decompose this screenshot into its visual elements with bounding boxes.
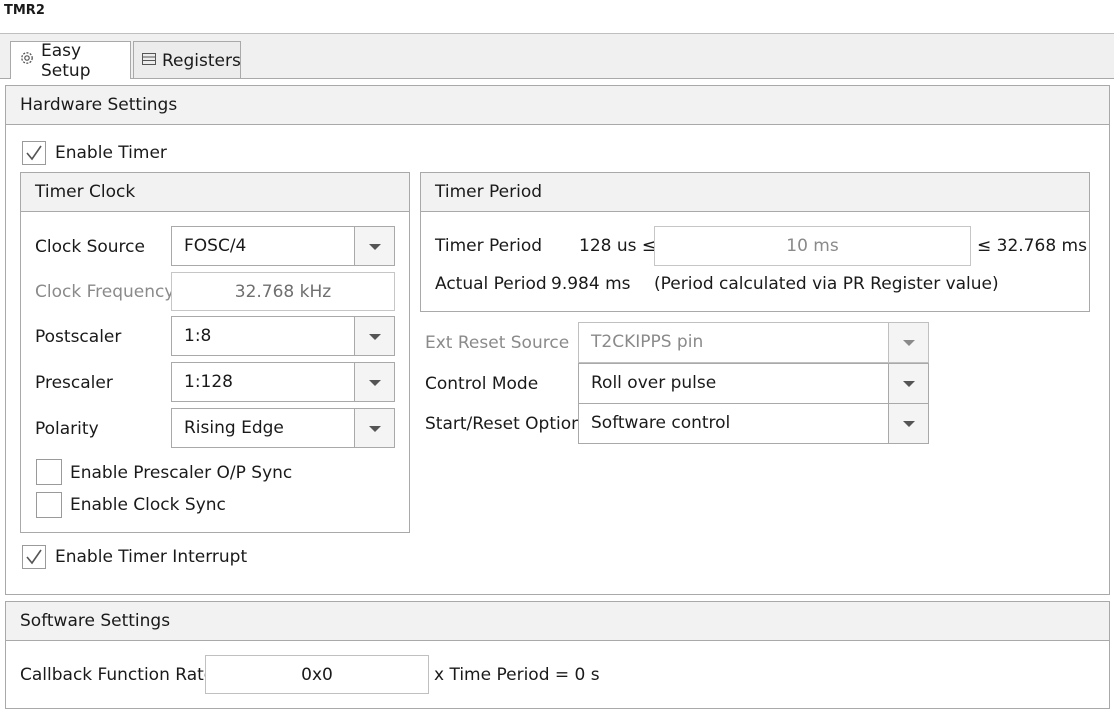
polarity-dropdown-button[interactable] bbox=[354, 409, 394, 447]
control-mode-dropdown-button[interactable] bbox=[888, 364, 928, 403]
ext-reset-source-value: T2CKIPPS pin bbox=[591, 332, 704, 352]
chevron-down-icon bbox=[903, 421, 915, 427]
list-icon bbox=[142, 51, 156, 71]
clock-frequency-label: Clock Frequency bbox=[35, 282, 175, 302]
window-title: TMR2 bbox=[4, 3, 45, 18]
polarity-label: Polarity bbox=[35, 419, 99, 439]
tab-easy-setup[interactable]: Easy Setup bbox=[10, 40, 131, 81]
clock-sync-checkbox[interactable] bbox=[36, 492, 62, 518]
tab-registers[interactable]: Registers bbox=[133, 41, 241, 79]
control-mode-select[interactable]: Roll over pulse bbox=[578, 363, 929, 404]
software-settings-title: Software Settings bbox=[20, 611, 171, 631]
clock-frequency-field: 32.768 kHz bbox=[171, 272, 395, 311]
control-mode-label: Control Mode bbox=[425, 374, 539, 394]
callback-rate-suffix: x Time Period = 0 s bbox=[434, 665, 600, 685]
clock-source-select[interactable]: FOSC/4 bbox=[171, 226, 395, 266]
tab-easy-setup-label: Easy Setup bbox=[41, 40, 91, 81]
timer-period-label: Timer Period bbox=[435, 236, 543, 256]
clock-sync-label: Enable Clock Sync bbox=[70, 495, 226, 515]
timer-period-max: ≤ 32.768 ms bbox=[977, 236, 1087, 256]
chevron-down-icon bbox=[369, 244, 381, 250]
prescaler-sync-label: Enable Prescaler O/P Sync bbox=[70, 463, 293, 483]
prescaler-label: Prescaler bbox=[35, 373, 113, 393]
prescaler-sync-checkbox[interactable] bbox=[36, 459, 62, 485]
enable-interrupt-checkbox[interactable] bbox=[22, 545, 46, 569]
ext-reset-source-select: T2CKIPPS pin bbox=[578, 322, 929, 363]
timer-period-header: Timer Period bbox=[421, 173, 1089, 212]
prescaler-value: 1:128 bbox=[184, 372, 233, 392]
start-reset-option-label: Start/Reset Option bbox=[425, 414, 582, 434]
hardware-settings-title: Hardware Settings bbox=[20, 95, 178, 115]
postscaler-value: 1:8 bbox=[184, 326, 212, 346]
ext-reset-source-label: Ext Reset Source bbox=[425, 333, 570, 353]
clock-source-dropdown-button[interactable] bbox=[354, 227, 394, 265]
actual-period-value: 9.984 ms bbox=[551, 274, 631, 294]
timer-clock-title: Timer Clock bbox=[35, 182, 136, 202]
start-reset-option-dropdown-button[interactable] bbox=[888, 404, 928, 443]
control-mode-value: Roll over pulse bbox=[591, 373, 717, 393]
chevron-down-icon bbox=[903, 381, 915, 387]
timer-period-min: 128 us ≤ bbox=[579, 236, 657, 256]
chevron-down-icon bbox=[903, 340, 915, 346]
prescaler-dropdown-button[interactable] bbox=[354, 363, 394, 401]
timer-clock-header: Timer Clock bbox=[21, 173, 409, 212]
software-settings-header: Software Settings bbox=[6, 602, 1109, 641]
tab-registers-label: Registers bbox=[162, 50, 241, 71]
actual-period-label: Actual Period bbox=[435, 274, 547, 294]
clock-source-value: FOSC/4 bbox=[184, 236, 247, 256]
gear-icon bbox=[19, 50, 35, 71]
prescaler-select[interactable]: 1:128 bbox=[171, 362, 395, 402]
software-settings-section: Software Settings bbox=[5, 601, 1110, 709]
tab-underline bbox=[0, 78, 1114, 79]
ext-reset-source-dropdown-button bbox=[888, 323, 928, 362]
polarity-value: Rising Edge bbox=[184, 418, 284, 438]
chevron-down-icon bbox=[369, 380, 381, 386]
timer-period-title: Timer Period bbox=[435, 182, 543, 202]
start-reset-option-value: Software control bbox=[591, 413, 731, 433]
enable-timer-label: Enable Timer bbox=[55, 143, 167, 163]
enable-interrupt-label: Enable Timer Interrupt bbox=[55, 547, 248, 567]
chevron-down-icon bbox=[369, 426, 381, 432]
postscaler-select[interactable]: 1:8 bbox=[171, 316, 395, 356]
clock-source-label: Clock Source bbox=[35, 237, 145, 257]
start-reset-option-select[interactable]: Software control bbox=[578, 403, 929, 444]
postscaler-label: Postscaler bbox=[35, 327, 122, 347]
hardware-settings-header: Hardware Settings bbox=[6, 86, 1109, 125]
enable-timer-checkbox[interactable] bbox=[22, 141, 46, 165]
callback-rate-input[interactable]: 0x0 bbox=[205, 655, 429, 694]
chevron-down-icon bbox=[369, 334, 381, 340]
period-note: (Period calculated via PR Register value… bbox=[654, 274, 999, 294]
polarity-select[interactable]: Rising Edge bbox=[171, 408, 395, 448]
postscaler-dropdown-button[interactable] bbox=[354, 317, 394, 355]
timer-period-input[interactable]: 10 ms bbox=[654, 226, 971, 266]
callback-rate-label: Callback Function Rate bbox=[20, 665, 215, 685]
